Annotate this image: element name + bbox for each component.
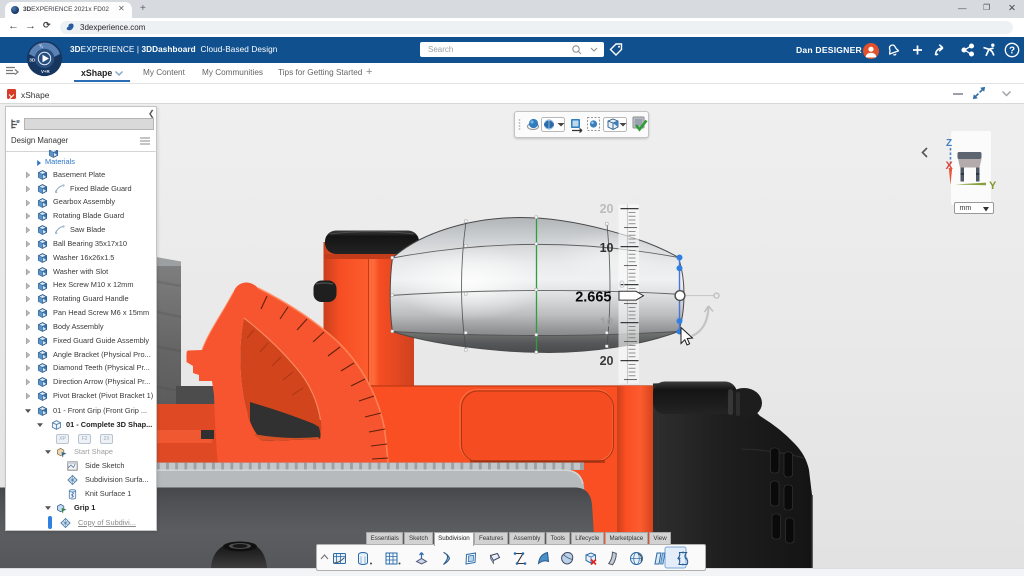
svg-text:0: 0 [619, 279, 625, 291]
svg-text:20: 20 [600, 202, 614, 216]
svg-text:¾: ¾ [39, 44, 43, 49]
svg-text:?: ? [1009, 45, 1015, 56]
svg-text:10: 10 [600, 316, 614, 330]
svg-text:20: 20 [600, 354, 614, 368]
svg-text:V+R: V+R [41, 69, 50, 74]
svg-text:3D: 3D [29, 58, 36, 64]
svg-text:Z: Z [946, 138, 952, 149]
svg-text:2.665: 2.665 [575, 289, 611, 305]
svg-text:10: 10 [600, 241, 614, 255]
svg-text:Y: Y [989, 180, 997, 192]
